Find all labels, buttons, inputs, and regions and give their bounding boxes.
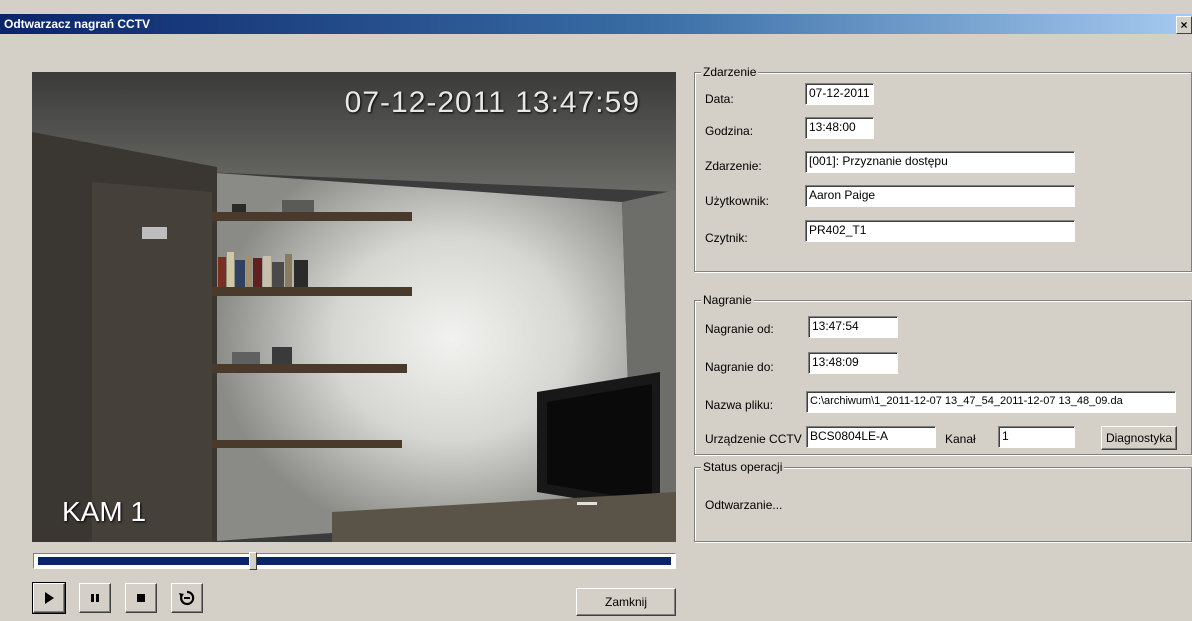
channel-field[interactable]: 1 (998, 426, 1075, 448)
recording-group-title: Nagranie (701, 293, 754, 307)
stop-icon (137, 594, 145, 602)
playback-slider[interactable] (33, 552, 676, 570)
window-title: Odtwarzacz nagrań CCTV (4, 17, 151, 31)
filename-label: Nazwa pliku: (705, 398, 774, 412)
diagnostics-button[interactable]: Diagnostyka (1101, 426, 1177, 450)
play-icon (45, 592, 54, 604)
video-timestamp: 07-12-2011 13:47:59 (344, 86, 640, 119)
user-field[interactable]: Aaron Paige (805, 185, 1075, 207)
time-label: Godzina: (705, 124, 754, 138)
loop-icon (179, 590, 195, 606)
time-field[interactable]: 13:48:00 (805, 117, 874, 139)
recording-from-field[interactable]: 13:47:54 (808, 316, 898, 338)
date-label: Data: (705, 92, 734, 106)
user-label: Użytkownik: (705, 194, 770, 208)
status-text: Odtwarzanie... (705, 498, 783, 512)
status-group-title: Status operacji (701, 460, 785, 474)
recording-to-field[interactable]: 13:48:09 (808, 352, 898, 374)
channel-label: Kanał (945, 432, 976, 446)
camera-label: KAM 1 (62, 496, 147, 527)
reader-field[interactable]: PR402_T1 (805, 220, 1075, 242)
event-group-title: Zdarzenie (701, 65, 759, 79)
reader-label: Czytnik: (705, 231, 748, 245)
pause-button[interactable] (79, 583, 111, 613)
loop-button[interactable] (171, 583, 203, 613)
slider-track (38, 557, 671, 565)
title-bar: Odtwarzacz nagrań CCTV × (0, 14, 1192, 34)
stop-button[interactable] (125, 583, 157, 613)
window-close-button[interactable]: × (1176, 16, 1192, 34)
camera-image (32, 72, 676, 542)
event-field[interactable]: [001]: Przyznanie dostępu (805, 151, 1075, 173)
date-field[interactable]: 07-12-2011 (805, 83, 874, 105)
recording-from-label: Nagranie od: (705, 322, 774, 336)
device-field[interactable]: BCS0804LE-A (806, 426, 936, 448)
event-label: Zdarzenie: (705, 159, 762, 173)
recording-to-label: Nagranie do: (705, 360, 774, 374)
device-label: Urządzenie CCTV (705, 432, 802, 446)
pause-icon (91, 594, 99, 602)
filename-field[interactable]: C:\archiwum\1_2011-12-07 13_47_54_2011-1… (806, 391, 1176, 413)
video-frame: 07-12-2011 13:47:59 KAM 1 (32, 72, 676, 542)
play-button[interactable] (32, 582, 66, 614)
slider-thumb[interactable] (249, 552, 257, 570)
close-button[interactable]: Zamknij (576, 588, 676, 616)
